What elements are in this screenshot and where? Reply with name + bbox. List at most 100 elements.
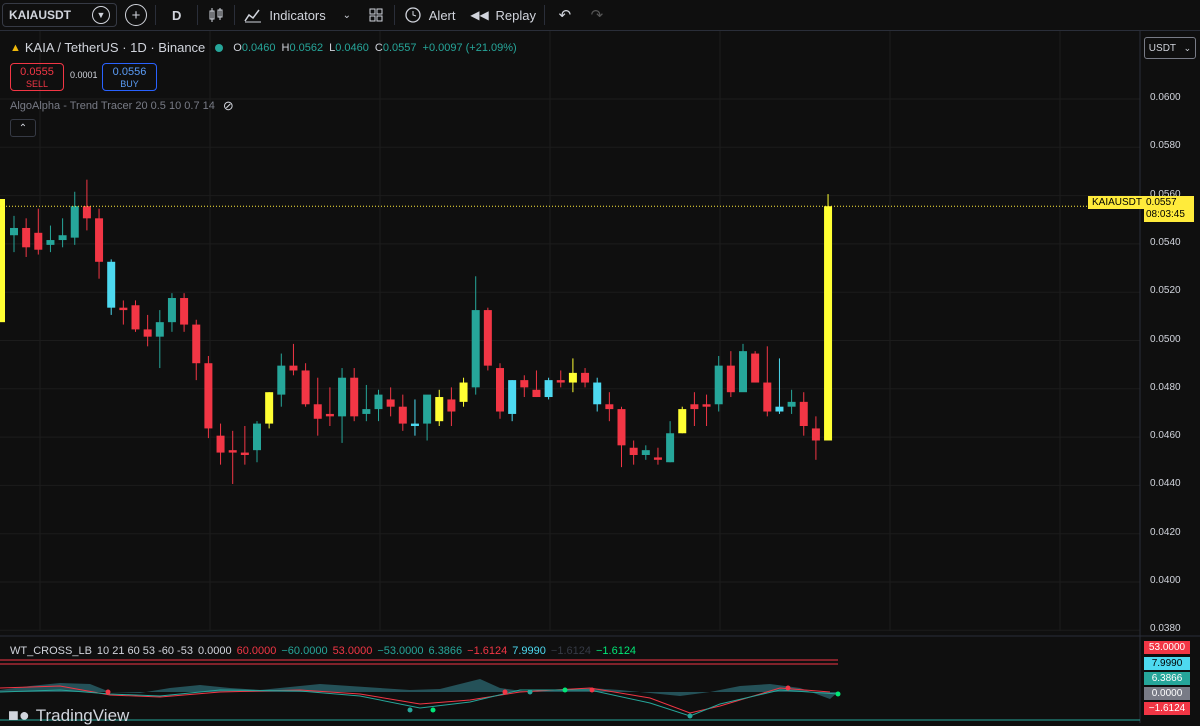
undo-icon[interactable]: ↶ bbox=[553, 6, 577, 24]
toolbar-divider bbox=[543, 5, 545, 25]
candle-body bbox=[556, 380, 565, 383]
candle-body bbox=[277, 365, 286, 395]
compare-add-icon[interactable]: + bbox=[125, 4, 147, 26]
alert-clock-icon[interactable] bbox=[403, 6, 423, 24]
ohlc-values: O0.0460 H0.0562 L0.0460 C0.0557 +0.0097 … bbox=[233, 42, 516, 54]
candle-body bbox=[653, 457, 662, 460]
candle-body bbox=[726, 365, 735, 393]
candle-body bbox=[58, 235, 67, 241]
candle-body bbox=[34, 232, 43, 250]
price-axis-label: 0.0480 bbox=[1150, 381, 1181, 393]
candle-body bbox=[532, 389, 541, 398]
toolbar-divider bbox=[234, 5, 236, 25]
chevron-up-icon: ⌃ bbox=[18, 122, 28, 134]
replay-button[interactable]: Replay bbox=[496, 8, 536, 23]
price-axis-label: 0.0420 bbox=[1150, 526, 1181, 538]
sell-price: 0.0555 bbox=[20, 66, 54, 78]
toolbar-divider bbox=[155, 5, 156, 25]
currency-label: USDT bbox=[1148, 42, 1177, 54]
candle-body bbox=[666, 433, 675, 463]
currency-select[interactable]: USDT ⌄ bbox=[1144, 37, 1196, 59]
candle-body bbox=[593, 382, 602, 405]
wt-value: −53.0000 bbox=[377, 645, 424, 657]
wt-axis-label: −1.6124 bbox=[1144, 702, 1190, 715]
candle-body bbox=[410, 423, 419, 427]
wt-value: −1.6124 bbox=[595, 645, 637, 657]
change-value: +0.0097 (+21.09%) bbox=[422, 41, 517, 54]
last-price-symbol-tag: KAIAUSDT bbox=[1088, 196, 1147, 209]
sell-button[interactable]: 0.0555 SELL bbox=[10, 63, 64, 91]
indicator-name: AlgoAlpha - Trend Tracer 20 0.5 10 0.7 1… bbox=[10, 100, 215, 112]
eye-hidden-icon[interactable]: ⊘ bbox=[223, 98, 234, 114]
candle-body bbox=[751, 353, 760, 383]
candle-body bbox=[204, 363, 213, 429]
wt-value: −60.0000 bbox=[281, 645, 328, 657]
candle-body bbox=[459, 382, 468, 402]
candle-body bbox=[811, 428, 820, 441]
candle-body bbox=[447, 399, 456, 412]
indicators-icon[interactable] bbox=[243, 7, 263, 23]
layout-grid-icon[interactable] bbox=[366, 8, 386, 22]
shield-icon[interactable]: ▼ bbox=[92, 6, 110, 24]
candle-body bbox=[508, 380, 517, 414]
price-axis-label: 0.0540 bbox=[1150, 236, 1181, 248]
candle-body bbox=[398, 406, 407, 424]
replay-icon[interactable]: ◀◀ bbox=[470, 8, 490, 22]
buy-price: 0.0556 bbox=[112, 66, 147, 78]
candle-body bbox=[641, 450, 650, 455]
symbol-search-button[interactable]: KAIAUSDT ▼ bbox=[2, 3, 117, 27]
wt-name: WT_CROSS_LB bbox=[10, 645, 92, 657]
open-value: 0.0460 bbox=[241, 41, 276, 54]
collapse-legend-button[interactable]: ⌃ bbox=[10, 119, 36, 137]
top-toolbar: KAIAUSDT ▼ + D Indicators ⌄ Alert ◀◀ Rep… bbox=[0, 0, 1200, 31]
redo-icon[interactable]: ↷ bbox=[585, 6, 609, 24]
candle-body bbox=[82, 206, 91, 219]
candle-partial bbox=[0, 199, 5, 323]
interval-button[interactable]: D bbox=[164, 8, 189, 23]
candle-body bbox=[167, 298, 176, 323]
candle-body bbox=[228, 450, 237, 453]
price-axis-label: 0.0380 bbox=[1150, 623, 1181, 635]
price-axis-label: 0.0400 bbox=[1150, 575, 1181, 586]
price-chart[interactable] bbox=[0, 31, 1200, 723]
candle-body bbox=[496, 368, 504, 412]
symbol-logo-icon: ▲ bbox=[10, 41, 21, 54]
candle-body bbox=[180, 298, 189, 325]
candle-body bbox=[678, 409, 687, 434]
wt-params: 10 21 60 53 -60 -53 bbox=[96, 645, 193, 657]
indicator-legend[interactable]: AlgoAlpha - Trend Tracer 20 0.5 10 0.7 1… bbox=[10, 98, 234, 114]
candle-body bbox=[240, 452, 249, 455]
wt-value: −1.6124 bbox=[467, 645, 508, 657]
candle-body bbox=[46, 240, 55, 245]
buy-button[interactable]: 0.0556 BUY bbox=[102, 63, 157, 91]
wt-cross-legend[interactable]: WT_CROSS_LB 10 21 60 53 -60 -53 0.0000 6… bbox=[10, 645, 636, 657]
wt-cross-dot bbox=[687, 713, 693, 719]
candles-chart-type-icon[interactable] bbox=[206, 7, 226, 23]
wt-axis-label: 7.9990 bbox=[1144, 657, 1190, 670]
buy-label: BUY bbox=[120, 79, 139, 89]
open-label: O bbox=[233, 41, 242, 54]
candle-body bbox=[471, 310, 480, 388]
wt-axis-label: 0.0000 bbox=[1144, 687, 1190, 700]
candle-body bbox=[714, 365, 723, 405]
candle-body bbox=[763, 382, 772, 412]
price-axis-label: 0.0460 bbox=[1150, 430, 1181, 442]
price-axis-label: 0.0580 bbox=[1150, 140, 1181, 152]
candle-body bbox=[70, 206, 79, 238]
close-label: C bbox=[374, 41, 383, 54]
candle-body bbox=[690, 404, 699, 410]
price-axis-label: 0.0520 bbox=[1150, 285, 1181, 297]
candle-body bbox=[131, 305, 140, 330]
close-value: 0.0557 bbox=[382, 41, 417, 54]
candle-body bbox=[544, 380, 553, 398]
wt-cross-dot bbox=[835, 691, 841, 697]
indicators-button[interactable]: Indicators bbox=[269, 8, 325, 23]
wt-cross-dot bbox=[527, 689, 533, 695]
chevron-down-icon[interactable]: ⌄ bbox=[340, 10, 354, 21]
symbol-label: KAIAUSDT bbox=[9, 8, 71, 22]
candle-body bbox=[520, 380, 529, 388]
alert-button[interactable]: Alert bbox=[429, 8, 456, 23]
toolbar-divider bbox=[393, 5, 395, 25]
wt-axis-label: 53.0000 bbox=[1144, 641, 1190, 654]
candle-body bbox=[423, 394, 432, 424]
